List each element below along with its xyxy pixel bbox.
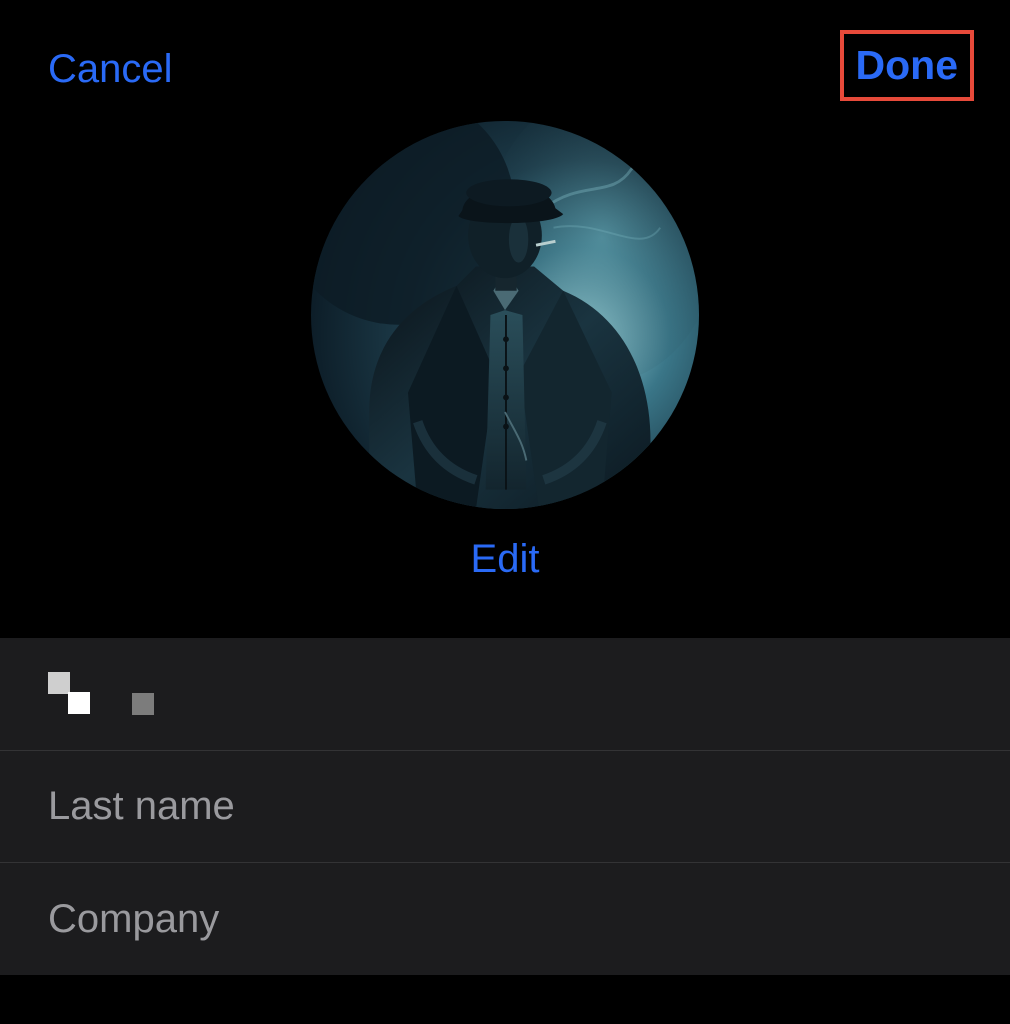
header-bar: Cancel Done — [0, 0, 1010, 121]
contact-avatar[interactable] — [311, 121, 699, 509]
redacted-first-name-icon — [48, 670, 154, 718]
done-button[interactable]: Done — [840, 30, 975, 101]
last-name-row[interactable] — [0, 751, 1010, 863]
company-row[interactable] — [0, 863, 1010, 975]
first-name-row[interactable] — [0, 638, 1010, 751]
avatar-image — [311, 121, 699, 509]
last-name-field[interactable] — [48, 784, 962, 829]
cancel-button[interactable]: Cancel — [48, 47, 173, 92]
contact-form — [0, 638, 1010, 975]
avatar-section: Edit — [0, 121, 1010, 638]
company-field[interactable] — [48, 897, 962, 942]
edit-avatar-button[interactable]: Edit — [471, 537, 540, 582]
